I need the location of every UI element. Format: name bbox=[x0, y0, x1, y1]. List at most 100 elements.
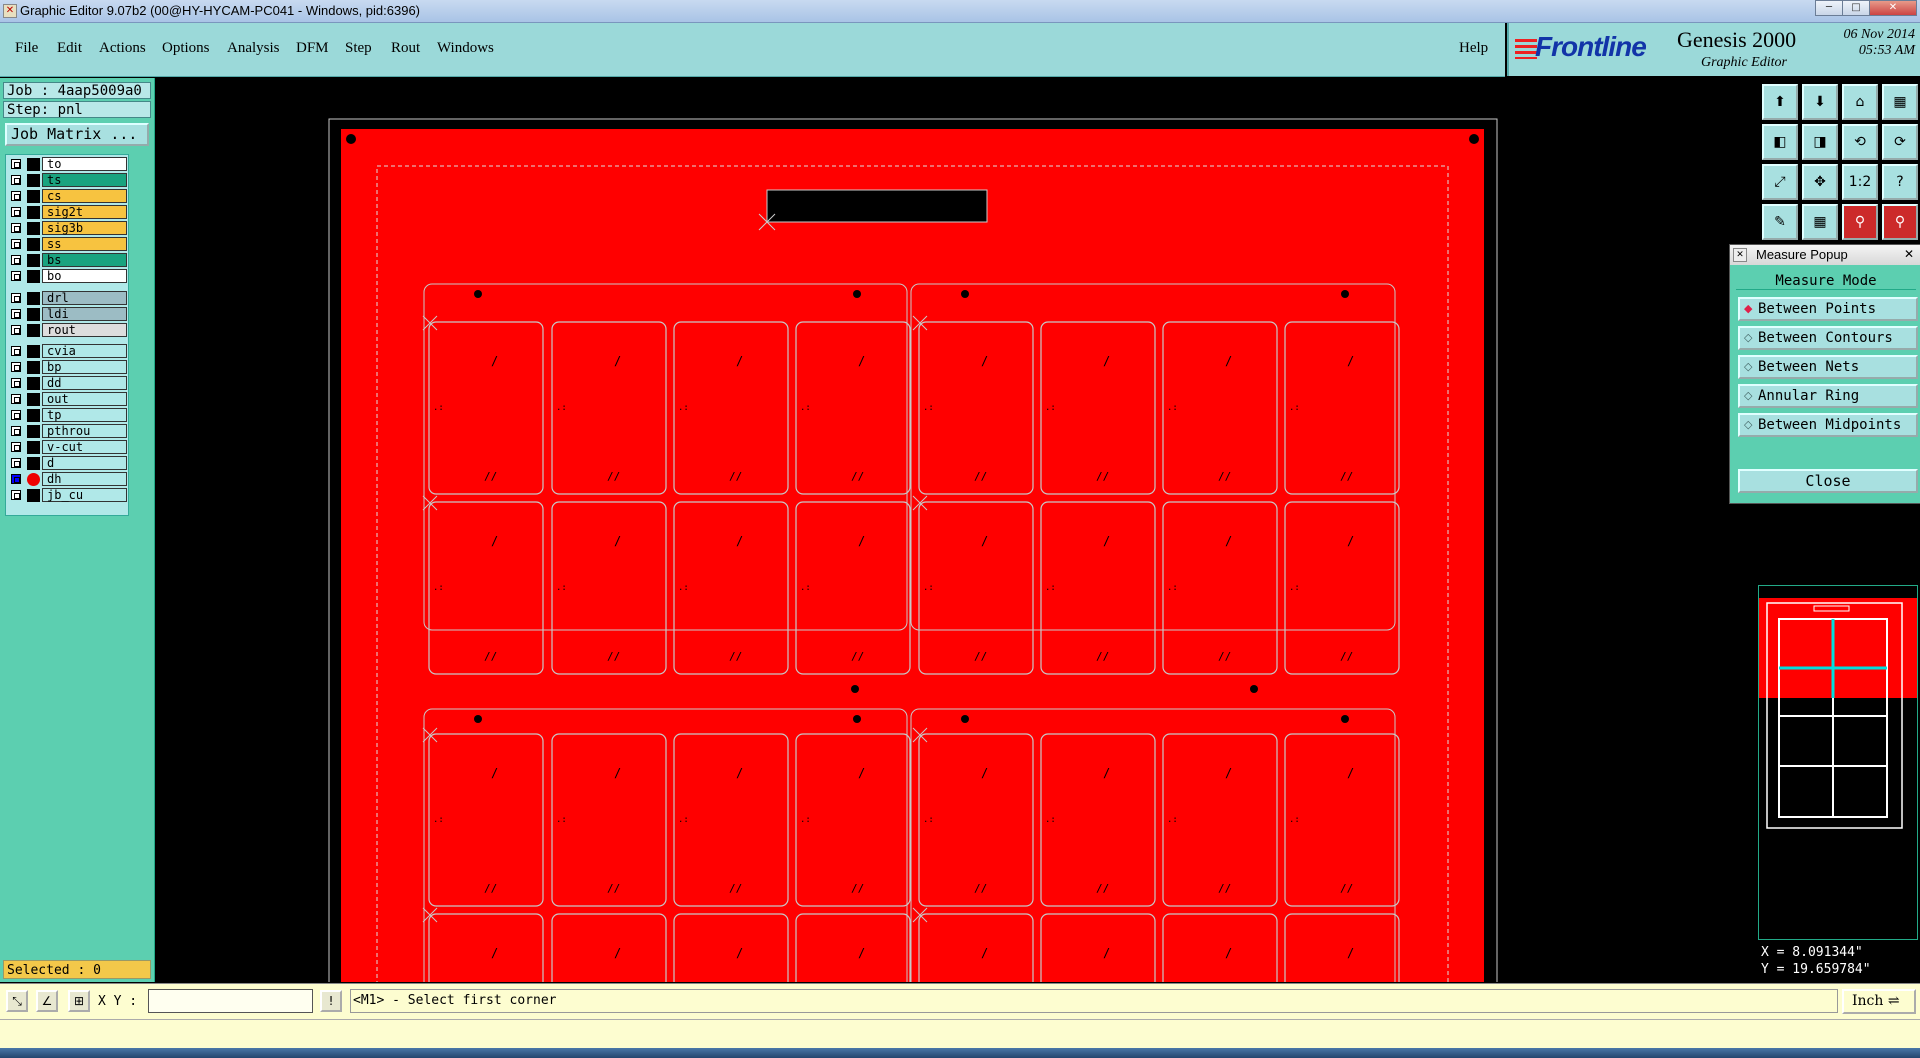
layer-row-dd[interactable]: dd bbox=[6, 376, 128, 391]
layer-name[interactable]: ss bbox=[42, 237, 127, 251]
measure-option-annular-ring[interactable]: ◇ Annular Ring bbox=[1738, 384, 1918, 408]
pen-icon[interactable]: ✎ bbox=[1762, 204, 1798, 240]
layer-checkbox[interactable] bbox=[11, 207, 21, 217]
layer-checkbox[interactable] bbox=[11, 175, 21, 185]
layer-checkbox[interactable] bbox=[11, 362, 21, 372]
grid-icon[interactable]: ▦ bbox=[1802, 204, 1838, 240]
fit-icon[interactable]: ⤢ bbox=[1762, 164, 1798, 200]
graphic-canvas[interactable]: ///.: ///.: ///.: ///.: ///.: ///.: ///.: ///.:… bbox=[155, 78, 1758, 982]
layer-row-ldi[interactable]: ldi bbox=[6, 307, 128, 322]
layer-checkbox[interactable] bbox=[11, 159, 21, 169]
job-matrix-button[interactable]: Job Matrix ... bbox=[5, 123, 149, 146]
layer-name[interactable]: jb_cu bbox=[42, 488, 127, 502]
layer-name[interactable]: tp bbox=[42, 408, 127, 422]
layer-checkbox[interactable] bbox=[11, 255, 21, 265]
layer-checkbox[interactable] bbox=[11, 410, 21, 420]
layer-row-d[interactable]: d bbox=[6, 456, 128, 471]
layer-row-sig2t[interactable]: sig2t bbox=[6, 205, 128, 220]
layer-name[interactable]: drl bbox=[42, 291, 127, 305]
layer-checkbox[interactable] bbox=[11, 490, 21, 500]
layer-row-cvia[interactable]: cvia bbox=[6, 344, 128, 359]
layer-name[interactable]: to bbox=[42, 157, 127, 171]
layer-row-v-cut[interactable]: v-cut bbox=[6, 440, 128, 455]
signal-icon[interactable]: ⚲ bbox=[1842, 204, 1878, 240]
menu-edit[interactable]: Edit bbox=[57, 40, 82, 57]
zoom-icon[interactable]: ⤡ bbox=[6, 990, 28, 1012]
layer-row-jb_cu[interactable]: jb_cu bbox=[6, 488, 128, 503]
split-icon[interactable]: ▦ bbox=[1882, 84, 1918, 120]
layer-name[interactable]: cvia bbox=[42, 344, 127, 358]
layer-row-drl[interactable]: drl bbox=[6, 291, 128, 306]
undo-icon[interactable]: ⟲ bbox=[1842, 124, 1878, 160]
board-view[interactable]: ///.:///.:///.:///.:///.:///.:///.:///.:… bbox=[155, 78, 1758, 982]
layer-row-tp[interactable]: tp bbox=[6, 408, 128, 423]
minimap-view[interactable] bbox=[1759, 586, 1917, 939]
layer-checkbox[interactable] bbox=[11, 378, 21, 388]
layer-row-cs[interactable]: cs bbox=[6, 189, 128, 204]
menu-windows[interactable]: Windows bbox=[437, 40, 494, 57]
alert-icon[interactable]: ! bbox=[320, 990, 342, 1012]
layer-checkbox[interactable] bbox=[11, 458, 21, 468]
layer-checkbox[interactable] bbox=[11, 191, 21, 201]
layer-checkbox[interactable] bbox=[11, 325, 21, 335]
layer-row-to[interactable]: to bbox=[6, 157, 128, 172]
open-icon[interactable]: ⬆ bbox=[1762, 84, 1798, 120]
layer-name[interactable]: ldi bbox=[42, 307, 127, 321]
layer-name[interactable]: ts bbox=[42, 173, 127, 187]
layer-name[interactable]: bp bbox=[42, 360, 127, 374]
menu-step[interactable]: Step bbox=[345, 40, 372, 57]
xy-input[interactable] bbox=[148, 989, 313, 1013]
layer-row-bs[interactable]: bs bbox=[6, 253, 128, 268]
menu-dfm[interactable]: DFM bbox=[296, 40, 329, 57]
signal2-icon[interactable]: ⚲ bbox=[1882, 204, 1918, 240]
layer-name[interactable]: bo bbox=[42, 269, 127, 283]
maximize-button[interactable]: □ bbox=[1842, 0, 1870, 16]
layer-row-bp[interactable]: bp bbox=[6, 360, 128, 375]
menu-file[interactable]: File bbox=[15, 40, 38, 57]
layer-name[interactable]: dd bbox=[42, 376, 127, 390]
layer-checkbox[interactable] bbox=[11, 394, 21, 404]
measure-option-between-contours[interactable]: ◇ Between Contours bbox=[1738, 326, 1918, 350]
layer-name[interactable]: bs bbox=[42, 253, 127, 267]
center-icon[interactable]: ✥ bbox=[1802, 164, 1838, 200]
layer-name[interactable]: pthrou bbox=[42, 424, 127, 438]
layer-checkbox[interactable] bbox=[11, 474, 21, 484]
minimize-button[interactable]: ─ bbox=[1815, 0, 1843, 16]
scale-icon[interactable]: 1:2 bbox=[1842, 164, 1878, 200]
layer-checkbox[interactable] bbox=[11, 442, 21, 452]
layer-row-out[interactable]: out bbox=[6, 392, 128, 407]
measure-option-between-points[interactable]: ◆ Between Points bbox=[1738, 297, 1918, 321]
layer-checkbox[interactable] bbox=[11, 223, 21, 233]
layer-name[interactable]: sig3b bbox=[42, 221, 127, 235]
layer-name[interactable]: cs bbox=[42, 189, 127, 203]
layer-checkbox[interactable] bbox=[11, 271, 21, 281]
layer-name[interactable]: rout bbox=[42, 323, 127, 337]
snap-icon[interactable]: ∠ bbox=[36, 990, 58, 1012]
unit-selector[interactable]: Inch ⇌ bbox=[1842, 989, 1916, 1014]
left-icon[interactable]: ◧ bbox=[1762, 124, 1798, 160]
layer-checkbox[interactable] bbox=[11, 293, 21, 303]
layer-row-ss[interactable]: ss bbox=[6, 237, 128, 252]
minimap[interactable] bbox=[1758, 585, 1918, 940]
layer-name[interactable]: dh bbox=[42, 472, 127, 486]
save-icon[interactable]: ⬇ bbox=[1802, 84, 1838, 120]
close-window-button[interactable]: ✕ bbox=[1869, 0, 1917, 16]
layer-row-dh[interactable]: dh bbox=[6, 472, 128, 487]
layer-row-pthrou[interactable]: pthrou bbox=[6, 424, 128, 439]
menu-help[interactable]: Help bbox=[1459, 40, 1488, 57]
close-popup-icon[interactable]: ✕ bbox=[1901, 247, 1917, 261]
layer-row-sig3b[interactable]: sig3b bbox=[6, 221, 128, 236]
layer-row-bo[interactable]: bo bbox=[6, 269, 128, 284]
measure-option-between-nets[interactable]: ◇ Between Nets bbox=[1738, 355, 1918, 379]
layer-checkbox[interactable] bbox=[11, 426, 21, 436]
layer-checkbox[interactable] bbox=[11, 346, 21, 356]
menu-actions[interactable]: Actions bbox=[99, 40, 146, 57]
close-button[interactable]: Close bbox=[1738, 469, 1918, 493]
menu-rout[interactable]: Rout bbox=[391, 40, 420, 57]
right-icon[interactable]: ◨ bbox=[1802, 124, 1838, 160]
redo-icon[interactable]: ⟳ bbox=[1882, 124, 1918, 160]
layer-name[interactable]: sig2t bbox=[42, 205, 127, 219]
layer-name[interactable]: v-cut bbox=[42, 440, 127, 454]
layer-name[interactable]: d bbox=[42, 456, 127, 470]
home-icon[interactable]: ⌂ bbox=[1842, 84, 1878, 120]
